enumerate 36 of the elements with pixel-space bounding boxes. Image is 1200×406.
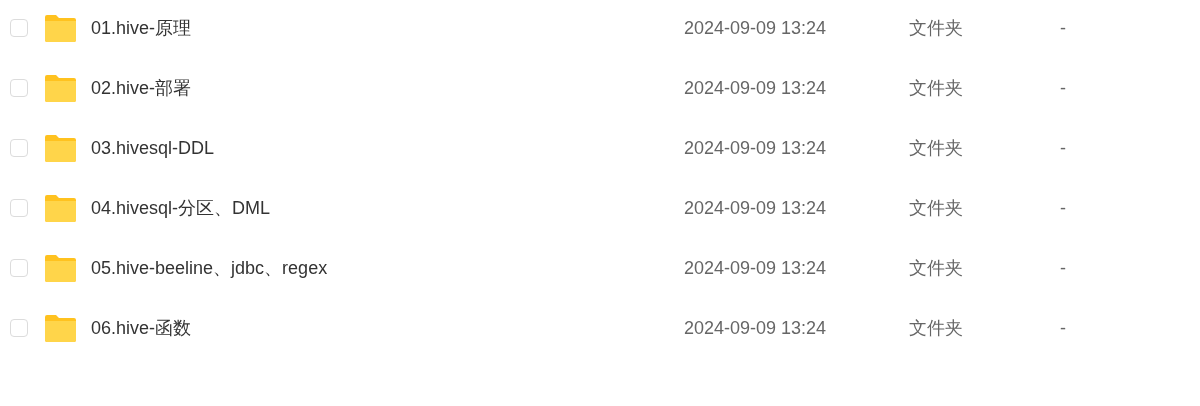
file-size: -	[1060, 257, 1066, 279]
folder-icon	[45, 14, 76, 42]
folder-icon	[45, 134, 76, 162]
file-name[interactable]: 05.hive-beeline、jdbc、regex	[91, 256, 684, 280]
file-type: 文件夹	[909, 137, 964, 160]
file-name[interactable]: 01.hive-原理	[91, 16, 684, 40]
checkbox[interactable]	[10, 199, 28, 217]
file-type: 文件夹	[909, 77, 964, 100]
file-size: -	[1060, 197, 1066, 219]
checkbox[interactable]	[10, 319, 28, 337]
checkbox[interactable]	[10, 79, 28, 97]
modified-date: 2024-09-09 13:24	[684, 17, 828, 39]
file-name[interactable]: 04.hivesql-分区、DML	[91, 196, 684, 220]
file-type: 文件夹	[909, 17, 964, 40]
folder-icon	[45, 74, 76, 102]
modified-date: 2024-09-09 13:24	[684, 77, 828, 99]
file-type: 文件夹	[909, 197, 964, 220]
folder-icon	[45, 314, 76, 342]
checkbox[interactable]	[10, 19, 28, 37]
file-type: 文件夹	[909, 257, 964, 280]
file-size: -	[1060, 17, 1066, 39]
file-name[interactable]: 06.hive-函数	[91, 316, 684, 340]
modified-date: 2024-09-09 13:24	[684, 197, 828, 219]
file-type: 文件夹	[909, 317, 964, 340]
file-name[interactable]: 03.hivesql-DDL	[91, 137, 684, 159]
modified-date: 2024-09-09 13:24	[684, 317, 828, 339]
modified-date: 2024-09-09 13:24	[684, 257, 828, 279]
file-size: -	[1060, 77, 1066, 99]
checkbox[interactable]	[10, 139, 28, 157]
folder-icon	[45, 194, 76, 222]
file-name[interactable]: 02.hive-部署	[91, 76, 684, 100]
file-size: -	[1060, 317, 1066, 339]
modified-date: 2024-09-09 13:24	[684, 137, 828, 159]
file-size: -	[1060, 137, 1066, 159]
checkbox[interactable]	[10, 259, 28, 277]
folder-icon	[45, 254, 76, 282]
